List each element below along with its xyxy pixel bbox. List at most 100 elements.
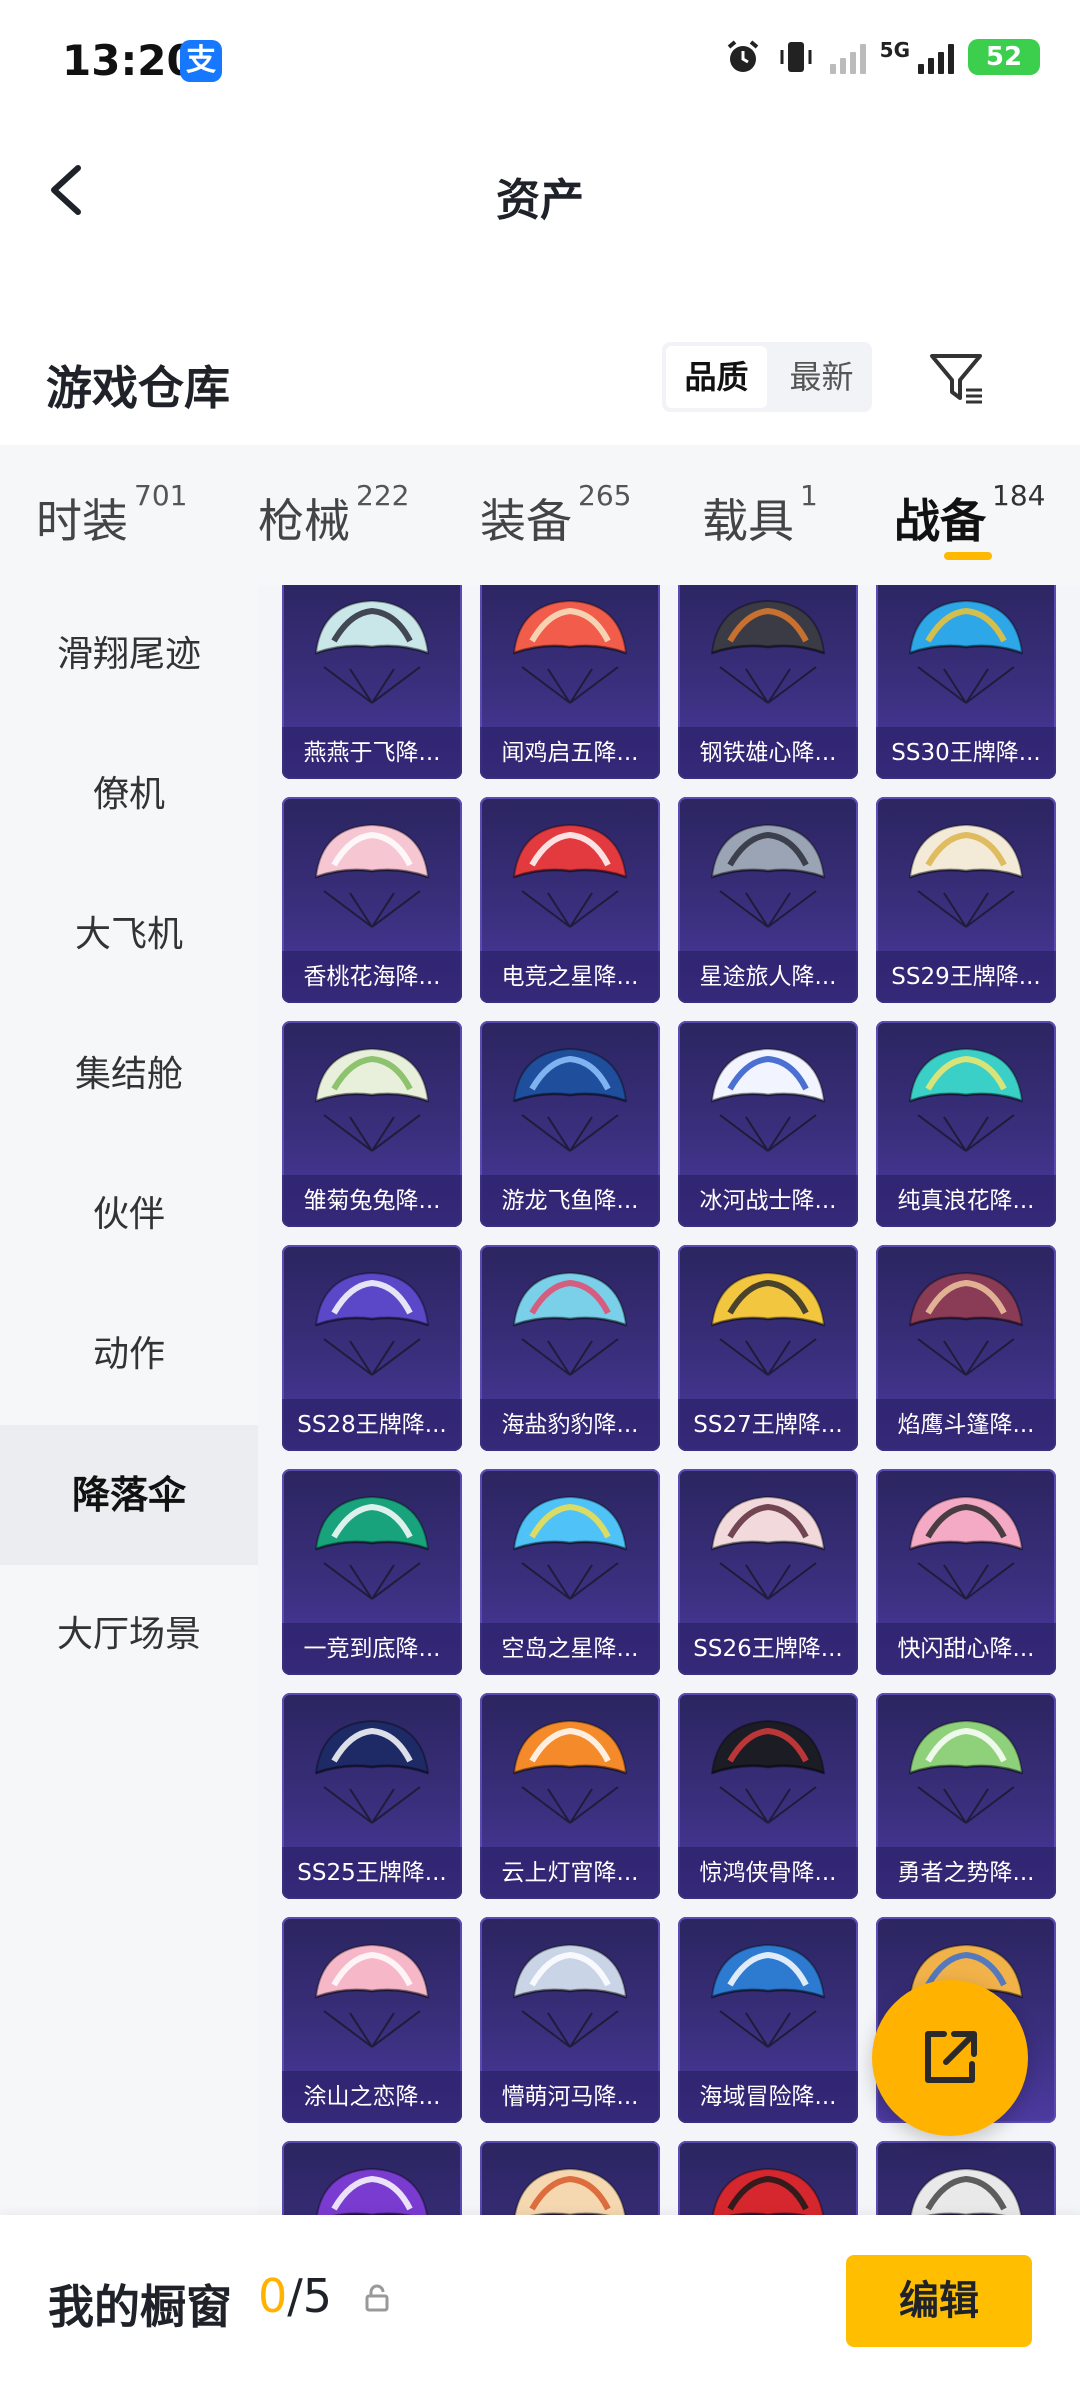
parachute-name: 电竞之星降... bbox=[480, 951, 660, 1003]
parachute-card[interactable]: SS28王牌降... bbox=[282, 1245, 462, 1451]
parachute-name: 闻鸡启五降... bbox=[480, 727, 660, 779]
parachute-lines bbox=[719, 1786, 817, 1824]
sidebar-item-glide-trail[interactable]: 滑翔尾迹 bbox=[0, 585, 258, 725]
parachute-card[interactable]: 勇者之势降... bbox=[876, 1693, 1056, 1899]
parachute-card[interactable] bbox=[678, 2141, 858, 2215]
parachute-card[interactable]: 冰河战士降... bbox=[678, 1021, 858, 1227]
page-title: 资产 bbox=[496, 175, 584, 226]
parachute-card[interactable] bbox=[282, 2141, 462, 2215]
parachute-card[interactable]: 雏菊兔兔降... bbox=[282, 1021, 462, 1227]
parachute-name: 海域冒险降... bbox=[678, 2071, 858, 2123]
parachute-card[interactable]: 钢铁雄心降... bbox=[678, 585, 858, 779]
parachute-card[interactable] bbox=[876, 2141, 1056, 2215]
parachute-name: 海盐豹豹降... bbox=[480, 1399, 660, 1451]
parachute-card[interactable]: 一竞到底降... bbox=[282, 1469, 462, 1675]
parachute-card[interactable]: 海域冒险降... bbox=[678, 1917, 858, 2123]
parachute-name: 懵萌河马降... bbox=[480, 2071, 660, 2123]
parachute-lines bbox=[917, 1786, 1015, 1824]
parachute-card[interactable]: 闻鸡启五降... bbox=[480, 585, 660, 779]
parachute-card[interactable]: 焰鹰斗篷降... bbox=[876, 1245, 1056, 1451]
parachute-icon bbox=[316, 2167, 428, 2215]
parachute-card[interactable]: 惊鸿侠骨降... bbox=[678, 1693, 858, 1899]
parachute-icon bbox=[514, 2167, 626, 2215]
parachute-name: SS27王牌降... bbox=[678, 1399, 858, 1451]
battery-icon: 52 bbox=[968, 39, 1040, 75]
parachute-lines bbox=[719, 1562, 817, 1600]
parachute-name: 勇者之势降... bbox=[876, 1847, 1056, 1899]
parachute-card[interactable]: 云上灯宵降... bbox=[480, 1693, 660, 1899]
sidebar-item-wingman[interactable]: 僚机 bbox=[0, 725, 258, 865]
sidebar-item-parachute[interactable]: 降落伞 bbox=[0, 1425, 258, 1565]
parachute-card[interactable] bbox=[480, 2141, 660, 2215]
parachute-card[interactable]: 香桃花海降... bbox=[282, 797, 462, 1003]
parachute-card[interactable]: 游龙飞鱼降... bbox=[480, 1021, 660, 1227]
parachute-card[interactable]: 星途旅人降... bbox=[678, 797, 858, 1003]
tab-combat-gear[interactable]: 战备 184 bbox=[894, 479, 1045, 551]
alipay-icon: 支 bbox=[180, 40, 222, 82]
tab-equipment[interactable]: 装备 265 bbox=[480, 479, 631, 551]
signal-2-icon bbox=[918, 40, 954, 74]
parachute-name: 燕燕于飞降... bbox=[282, 727, 462, 779]
sort-quality-button[interactable]: 品质 bbox=[666, 346, 767, 408]
showcase-total: /5 bbox=[287, 2269, 333, 2323]
parachute-lines bbox=[719, 1338, 817, 1376]
nav-bar: 资产 bbox=[0, 120, 1080, 260]
share-external-icon bbox=[925, 2031, 977, 2083]
parachute-lines bbox=[521, 1338, 619, 1376]
status-time: 13:20 bbox=[62, 36, 196, 85]
parachute-card[interactable]: SS27王牌降... bbox=[678, 1245, 858, 1451]
edit-button[interactable]: 编辑 bbox=[846, 2255, 1032, 2347]
tab-label: 装备 bbox=[480, 494, 572, 548]
sort-latest-button[interactable]: 最新 bbox=[771, 342, 872, 412]
parachute-icon bbox=[712, 2167, 824, 2215]
parachute-name: SS29王牌降... bbox=[876, 951, 1056, 1003]
sidebar-item-assembly-pod[interactable]: 集结舱 bbox=[0, 1005, 258, 1145]
tab-count: 265 bbox=[578, 479, 632, 512]
tab-count: 701 bbox=[134, 479, 188, 512]
sidebar-item-lobby-scene[interactable]: 大厅场景 bbox=[0, 1565, 258, 1705]
sidebar-item-emote[interactable]: 动作 bbox=[0, 1285, 258, 1425]
tab-label: 战备 bbox=[894, 494, 986, 548]
parachute-name: 快闪甜心降... bbox=[876, 1623, 1056, 1675]
parachute-lines bbox=[323, 2010, 421, 2048]
parachute-lines bbox=[323, 890, 421, 928]
signal-1-icon bbox=[829, 40, 866, 74]
parachute-card[interactable]: SS25王牌降... bbox=[282, 1693, 462, 1899]
parachute-name: 钢铁雄心降... bbox=[678, 727, 858, 779]
parachute-card[interactable]: 纯真浪花降... bbox=[876, 1021, 1056, 1227]
parachute-lines bbox=[917, 890, 1015, 928]
sidebar-item-big-plane[interactable]: 大飞机 bbox=[0, 865, 258, 1005]
parachute-card[interactable]: 快闪甜心降... bbox=[876, 1469, 1056, 1675]
parachute-card[interactable]: 燕燕于飞降... bbox=[282, 585, 462, 779]
alarm-icon bbox=[727, 40, 758, 72]
parachute-lines bbox=[917, 1338, 1015, 1376]
tab-fashion[interactable]: 时装 701 bbox=[36, 479, 187, 551]
parachute-card[interactable]: 电竞之星降... bbox=[480, 797, 660, 1003]
parachute-name: SS25王牌降... bbox=[282, 1847, 462, 1899]
parachute-lines bbox=[521, 666, 619, 704]
parachute-lines bbox=[917, 666, 1015, 704]
tab-guns[interactable]: 枪械 222 bbox=[258, 479, 409, 551]
parachute-name: 空岛之星降... bbox=[480, 1623, 660, 1675]
tab-vehicles[interactable]: 载具 1 bbox=[702, 479, 818, 551]
tab-label: 时装 bbox=[36, 494, 128, 548]
parachute-lines bbox=[323, 666, 421, 704]
showcase-count: 0/5 bbox=[258, 2269, 332, 2323]
parachute-card[interactable]: SS29王牌降... bbox=[876, 797, 1056, 1003]
parachute-card[interactable]: 空岛之星降... bbox=[480, 1469, 660, 1675]
parachute-name: 纯真浪花降... bbox=[876, 1175, 1056, 1227]
network-type: 5G bbox=[879, 38, 910, 62]
sidebar-item-partner[interactable]: 伙伴 bbox=[0, 1145, 258, 1285]
share-button[interactable] bbox=[872, 1980, 1028, 2136]
warehouse-title: 游戏仓库 bbox=[46, 361, 230, 415]
parachute-name: 焰鹰斗篷降... bbox=[876, 1399, 1056, 1451]
parachute-card[interactable]: SS26王牌降... bbox=[678, 1469, 858, 1675]
parachute-name: 星途旅人降... bbox=[678, 951, 858, 1003]
parachute-card[interactable]: 海盐豹豹降... bbox=[480, 1245, 660, 1451]
filter-icon[interactable] bbox=[926, 348, 986, 408]
tab-label: 枪械 bbox=[258, 494, 350, 548]
parachute-card[interactable]: SS30王牌降... bbox=[876, 585, 1056, 779]
showcase-label: 我的橱窗 bbox=[48, 2280, 232, 2334]
parachute-card[interactable]: 涂山之恋降... bbox=[282, 1917, 462, 2123]
parachute-card[interactable]: 懵萌河马降... bbox=[480, 1917, 660, 2123]
